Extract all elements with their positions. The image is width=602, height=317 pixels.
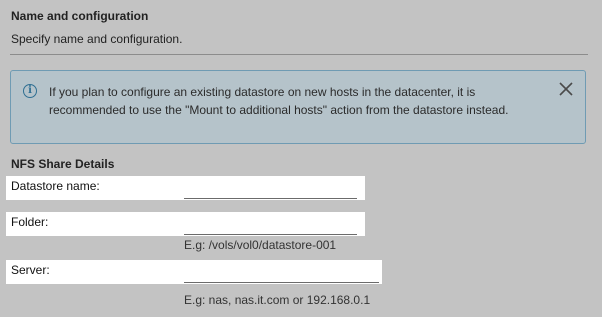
close-icon[interactable] xyxy=(557,80,575,98)
info-icon: i xyxy=(23,84,37,98)
folder-label: Folder: xyxy=(11,215,49,229)
section-subtitle: Specify name and configuration. xyxy=(11,32,183,46)
server-label: Server: xyxy=(11,263,50,277)
datastore-name-row: Datastore name: xyxy=(6,176,365,200)
nfs-share-details-title: NFS Share Details xyxy=(11,157,115,171)
datastore-name-input[interactable] xyxy=(184,178,357,199)
section-title: Name and configuration xyxy=(11,9,149,23)
server-hint: E.g: nas, nas.it.com or 192.168.0.1 xyxy=(184,293,371,307)
info-banner: i If you plan to configure an existing d… xyxy=(10,70,586,144)
header-divider xyxy=(10,54,588,55)
info-banner-text: If you plan to configure an existing dat… xyxy=(49,85,509,117)
server-input[interactable] xyxy=(184,262,379,283)
folder-row: Folder: xyxy=(6,212,365,236)
folder-hint: E.g: /vols/vol0/datastore-001 xyxy=(184,238,337,252)
folder-input[interactable] xyxy=(184,214,357,235)
datastore-name-label: Datastore name: xyxy=(11,179,100,193)
server-row: Server: xyxy=(6,260,382,284)
